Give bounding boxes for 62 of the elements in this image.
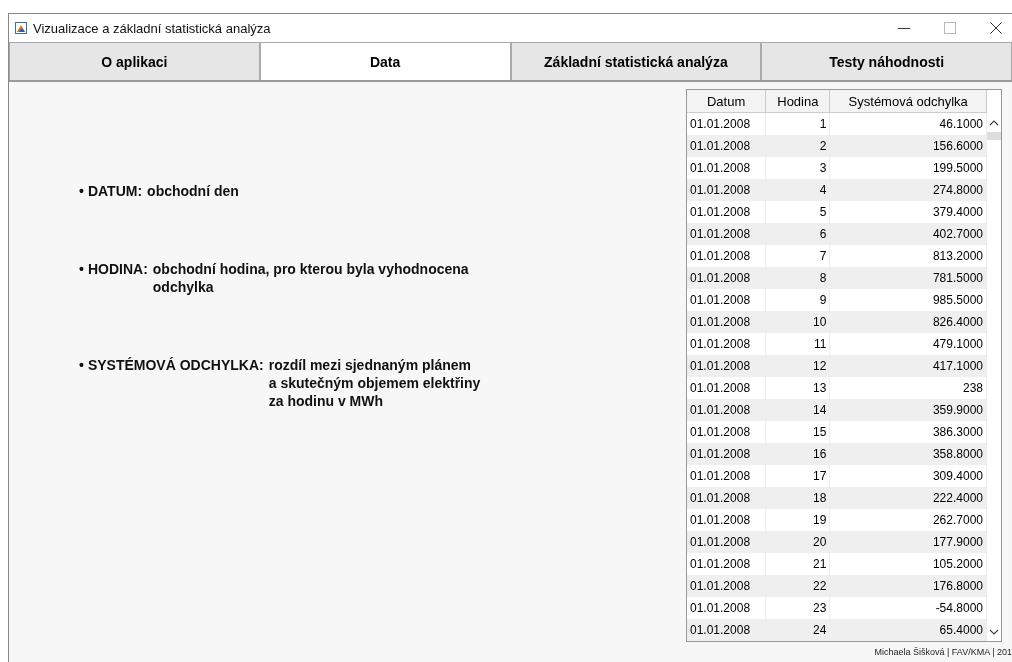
table-cell: 176.8000 [829, 575, 987, 597]
table-cell: 01.01.2008 [687, 223, 766, 245]
table-cell: 402.7000 [829, 223, 987, 245]
definition-text: odchylka [152, 278, 215, 296]
tab[interactable]: O aplikaci [9, 42, 260, 80]
table-cell: 6 [765, 223, 830, 245]
bullet-mark: • [79, 260, 84, 279]
table-cell: 10 [765, 311, 830, 333]
table-cell: 4 [765, 179, 830, 201]
definition-text: obchodní den [147, 182, 239, 200]
table-cell: 12 [765, 355, 830, 377]
table-cell: 18 [765, 487, 830, 509]
table-cell: 156.6000 [829, 135, 987, 157]
table-cell: 01.01.2008 [687, 443, 766, 465]
table-cell: 01.01.2008 [687, 267, 766, 289]
table-cell: 16 [765, 443, 830, 465]
tab[interactable]: Základní statistická analýza [510, 42, 762, 80]
definition-text: obchodní hodina, pro kterou byla vyhodnocena [152, 260, 469, 278]
table-cell: 01.01.2008 [687, 311, 766, 333]
close-icon[interactable] [990, 22, 1002, 34]
definition-text: rozdíl mezi sjednaným plánem [268, 356, 472, 374]
column-header[interactable]: Hodina [765, 90, 830, 113]
table-cell: 01.01.2008 [687, 575, 766, 597]
table-cell: 01.01.2008 [687, 487, 766, 509]
table-cell: 01.01.2008 [687, 135, 766, 157]
table-cell: 2 [765, 135, 830, 157]
definition-term: DATUM: [87, 182, 143, 200]
bullet-mark: • [79, 356, 84, 375]
footer-credit: Michaela Šišková | FAV/KMA | 201 [873, 647, 1012, 657]
table-cell: 177.9000 [829, 531, 987, 553]
table-cell: 01.01.2008 [687, 619, 766, 641]
table-cell: 20 [765, 531, 830, 553]
table-cell: 359.9000 [829, 399, 987, 421]
table-cell: 14 [765, 399, 830, 421]
table-cell: 22 [765, 575, 830, 597]
table-cell: 826.4000 [829, 311, 987, 333]
column-header[interactable]: Systémová odchylka [829, 90, 987, 113]
column-header[interactable]: Datum [687, 90, 766, 113]
definition-term: SYSTÉMOVÁ ODCHYLKA: [87, 356, 264, 375]
table-cell: 8 [765, 267, 830, 289]
table-cell: 01.01.2008 [687, 355, 766, 377]
table-cell: 781.5000 [829, 267, 987, 289]
app-icon [15, 22, 27, 34]
definition-text: a skutečným objemem elektřiny [268, 374, 481, 392]
table-cell: 01.01.2008 [687, 531, 766, 553]
table-cell: 417.1000 [829, 355, 987, 377]
table-cell: 358.8000 [829, 443, 987, 465]
tab[interactable]: Testy náhodnosti [761, 42, 1012, 80]
bullet-mark: • [79, 182, 84, 200]
scroll-down-icon[interactable] [989, 629, 999, 635]
table-cell: 222.4000 [829, 487, 987, 509]
definition-term: HODINA: [87, 260, 148, 279]
definition-text: za hodinu v MWh [268, 392, 385, 410]
table-cell: 01.01.2008 [687, 399, 766, 421]
table-cell: 01.01.2008 [687, 179, 766, 201]
scroll-up-icon[interactable] [989, 120, 999, 126]
scroll-thumb[interactable] [987, 132, 1001, 140]
window-title: Vizualizace a základní statistická analýza [33, 20, 271, 36]
table-cell: 274.8000 [829, 179, 987, 201]
table-cell: 65.4000 [829, 619, 987, 641]
table-cell: 24 [765, 619, 830, 641]
tab[interactable]: Data [259, 42, 511, 80]
